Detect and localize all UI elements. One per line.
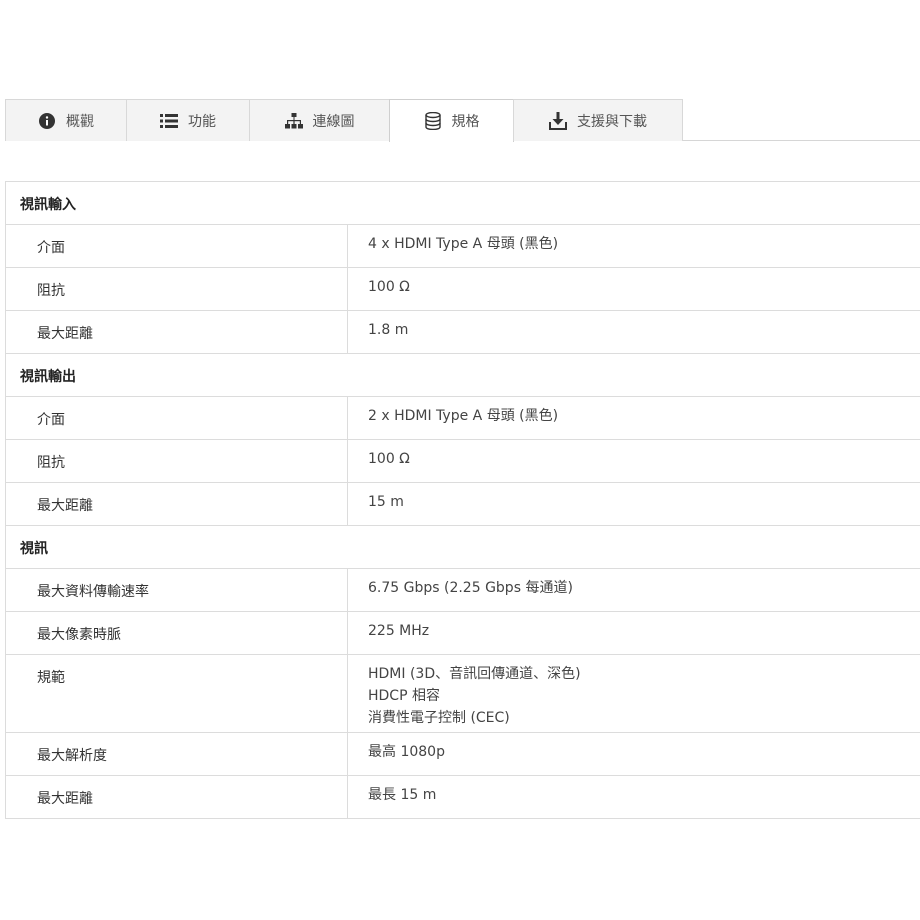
spec-value-line: 225 MHz bbox=[368, 623, 430, 639]
spec-row: 最大資料傳輸速率 6.75 Gbps (2.25 Gbps 每通道) bbox=[6, 569, 920, 612]
spec-value: 1.8 m bbox=[348, 311, 920, 353]
list-icon bbox=[160, 112, 178, 130]
tab-specifications-label: 規格 bbox=[451, 114, 480, 130]
spec-label: 最大距離 bbox=[6, 483, 348, 525]
spec-label: 規範 bbox=[6, 655, 348, 732]
spec-row: 最大距離 15 m bbox=[6, 483, 920, 526]
tab-features[interactable]: 功能 bbox=[126, 99, 250, 141]
spec-value-line: 15 m bbox=[368, 494, 404, 510]
spec-value-line: 2 x HDMI Type A 母頭 (黑色) bbox=[368, 408, 559, 424]
spec-value: 6.75 Gbps (2.25 Gbps 每通道) bbox=[348, 569, 920, 611]
section-header-video-output: 視訊輸出 bbox=[6, 354, 920, 397]
spec-table: 視訊輸入 介面 4 x HDMI Type A 母頭 (黑色) 阻抗 100 Ω… bbox=[5, 181, 920, 819]
spec-value-line: 最長 15 m bbox=[368, 787, 437, 803]
info-icon bbox=[38, 112, 56, 130]
spec-value-line: 100 Ω bbox=[368, 279, 410, 295]
spec-value-line: 6.75 Gbps (2.25 Gbps 每通道) bbox=[368, 580, 573, 596]
spec-value-line: 消費性電子控制 (CEC) bbox=[368, 710, 510, 726]
spec-label: 阻抗 bbox=[6, 268, 348, 310]
tab-connection-diagram[interactable]: 連線圖 bbox=[249, 99, 390, 141]
spec-value: HDMI (3D、音訊回傳通道、深色) HDCP 相容 消費性電子控制 (CEC… bbox=[348, 655, 920, 732]
spec-value-line: HDMI (3D、音訊回傳通道、深色) bbox=[368, 666, 581, 682]
tab-specifications[interactable]: 規格 bbox=[389, 99, 514, 142]
spec-row: 最大解析度 最高 1080p bbox=[6, 733, 920, 776]
spec-label: 介面 bbox=[6, 225, 348, 267]
spec-row: 阻抗 100 Ω bbox=[6, 268, 920, 311]
spec-label: 阻抗 bbox=[6, 440, 348, 482]
spec-value: 最高 1080p bbox=[348, 733, 920, 775]
sitemap-icon bbox=[284, 112, 303, 130]
spec-row: 介面 2 x HDMI Type A 母頭 (黑色) bbox=[6, 397, 920, 440]
tab-overview[interactable]: 概觀 bbox=[5, 99, 127, 141]
spec-label: 最大距離 bbox=[6, 311, 348, 353]
spec-row: 規範 HDMI (3D、音訊回傳通道、深色) HDCP 相容 消費性電子控制 (… bbox=[6, 655, 920, 733]
tab-support-downloads[interactable]: 支援與下載 bbox=[513, 99, 683, 141]
tab-features-label: 功能 bbox=[188, 113, 216, 130]
spec-value-line: 4 x HDMI Type A 母頭 (黑色) bbox=[368, 236, 559, 252]
spec-value: 2 x HDMI Type A 母頭 (黑色) bbox=[348, 397, 920, 439]
spec-row: 阻抗 100 Ω bbox=[6, 440, 920, 483]
spec-value-line: 1.8 m bbox=[368, 322, 409, 338]
spec-label: 介面 bbox=[6, 397, 348, 439]
spec-value-line: 100 Ω bbox=[368, 451, 410, 467]
spec-row: 介面 4 x HDMI Type A 母頭 (黑色) bbox=[6, 225, 920, 268]
spec-value: 最長 15 m bbox=[348, 776, 920, 818]
tab-overview-label: 概觀 bbox=[66, 113, 94, 130]
database-icon bbox=[424, 112, 442, 130]
spec-row: 最大距離 最長 15 m bbox=[6, 776, 920, 819]
section-header-video: 視訊 bbox=[6, 526, 920, 569]
spec-label: 最大像素時脈 bbox=[6, 612, 348, 654]
spec-value-line: 最高 1080p bbox=[368, 744, 445, 760]
tab-support-downloads-label: 支援與下載 bbox=[577, 113, 647, 130]
spec-value: 15 m bbox=[348, 483, 920, 525]
spec-value-line: HDCP 相容 bbox=[368, 688, 440, 704]
tab-connection-diagram-label: 連線圖 bbox=[312, 113, 355, 130]
spec-label: 最大解析度 bbox=[6, 733, 348, 775]
spec-value: 100 Ω bbox=[348, 268, 920, 310]
spec-row: 最大像素時脈 225 MHz bbox=[6, 612, 920, 655]
spec-row: 最大距離 1.8 m bbox=[6, 311, 920, 354]
section-header-video-input: 視訊輸入 bbox=[6, 182, 920, 225]
download-icon bbox=[549, 111, 567, 130]
spec-value: 225 MHz bbox=[348, 612, 920, 654]
spec-value: 100 Ω bbox=[348, 440, 920, 482]
tab-bar: 概觀 功能 連線圖 規格 支援與下載 bbox=[5, 99, 920, 142]
spec-value: 4 x HDMI Type A 母頭 (黑色) bbox=[348, 225, 920, 267]
spec-label: 最大資料傳輸速率 bbox=[6, 569, 348, 611]
spec-label: 最大距離 bbox=[6, 776, 348, 818]
